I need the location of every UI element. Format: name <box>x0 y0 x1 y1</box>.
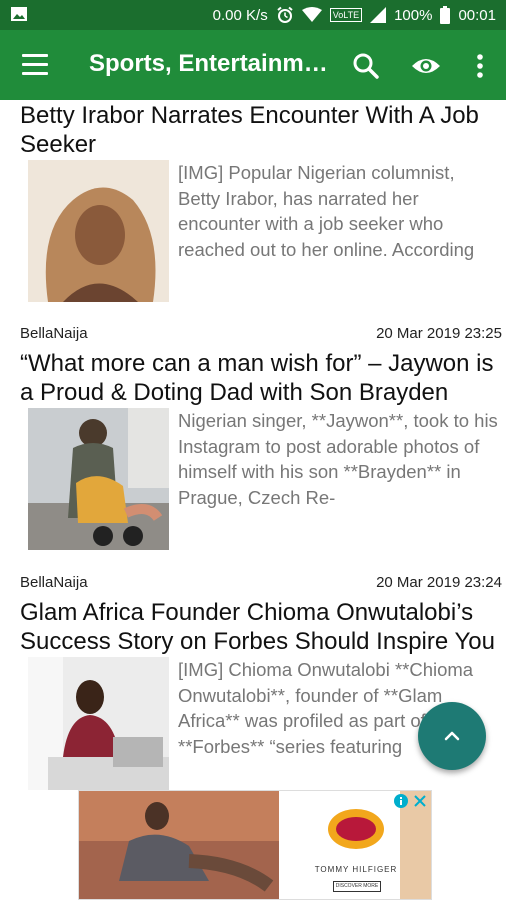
ad-cta-button[interactable]: DISCOVER MORE <box>333 881 381 892</box>
battery-icon <box>440 6 451 24</box>
search-icon[interactable] <box>350 50 382 82</box>
article-headline[interactable]: Glam Africa Founder Chioma Onwutalobi’s … <box>20 598 506 656</box>
battery-percent: 100% <box>394 6 433 24</box>
more-vert-icon[interactable] <box>464 50 496 82</box>
article-thumbnail[interactable] <box>28 408 169 550</box>
article-excerpt: [IMG] Popular Nigerian columnist, Betty … <box>178 162 475 260</box>
article-source: BellaNaija <box>20 325 88 342</box>
article-date: 20 Mar 2019 23:25 <box>376 325 502 342</box>
eye-icon[interactable] <box>410 50 442 82</box>
ad-info-icon[interactable] <box>393 793 409 809</box>
image-icon <box>11 7 27 21</box>
article-headline[interactable]: “What more can a man wish for” – Jaywon … <box>20 349 506 407</box>
alarm-icon <box>277 6 293 23</box>
article-date: 20 Mar 2019 23:24 <box>376 574 502 591</box>
article-source: BellaNaija <box>20 574 88 591</box>
article-list: Betty Irabor Narrates Encounter With A J… <box>0 100 506 790</box>
volte-badge: VoLTE <box>329 8 363 22</box>
page-title: Sports, Entertainment <box>89 50 335 77</box>
article-headline[interactable]: Betty Irabor Narrates Encounter With A J… <box>20 101 506 159</box>
ad-banner[interactable]: TOMMY HILFIGER DISCOVER MORE <box>78 790 432 900</box>
chevron-up-icon <box>444 731 460 741</box>
menu-icon[interactable] <box>22 54 48 76</box>
ad-close-icon[interactable] <box>412 793 428 809</box>
scroll-to-top-button[interactable] <box>418 702 486 770</box>
article-thumbnail[interactable] <box>28 160 169 302</box>
signal-icon <box>370 7 387 23</box>
article-thumbnail[interactable] <box>28 657 169 790</box>
status-bar: 0.00 K/s VoLTE 100% 00:01 <box>0 0 506 30</box>
ad-brand: TOMMY HILFIGER <box>314 865 398 874</box>
app-bar: Sports, Entertainment <box>0 30 506 100</box>
clock: 00:01 <box>458 6 496 24</box>
wifi-icon <box>301 7 322 22</box>
article-excerpt: Nigerian singer, **Jaywon**, took to his… <box>178 410 498 508</box>
network-speed: 0.00 K/s <box>212 6 268 24</box>
